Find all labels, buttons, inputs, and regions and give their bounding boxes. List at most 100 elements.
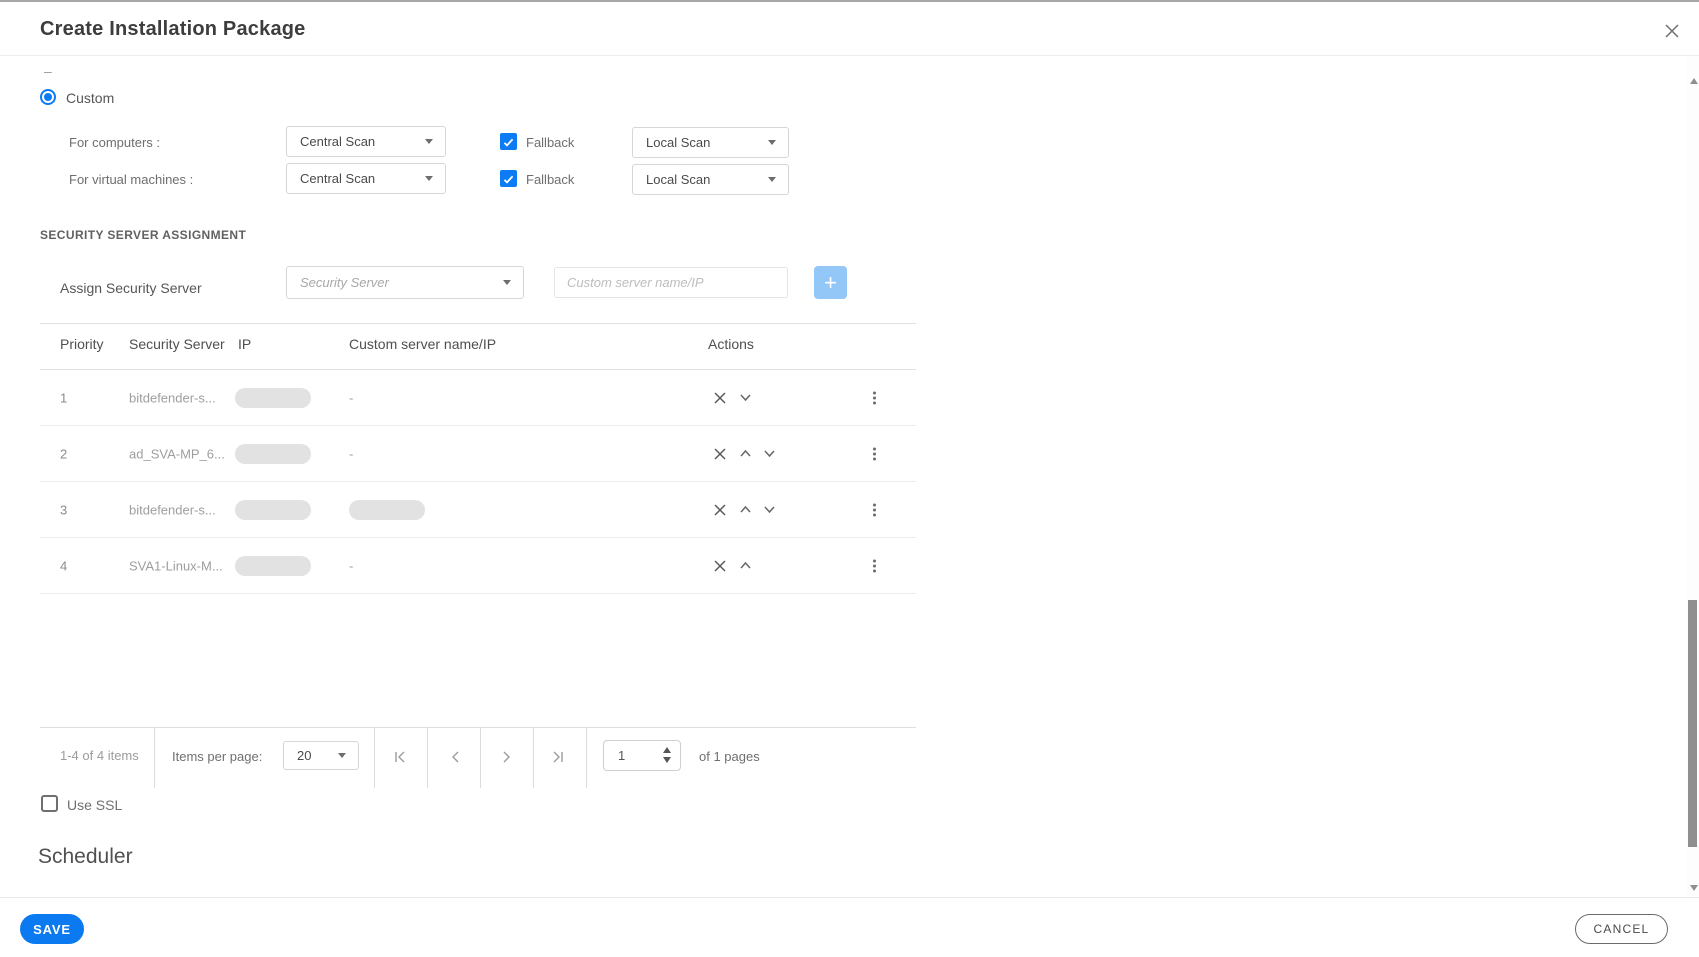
header-divider bbox=[0, 55, 1699, 56]
select-value: 20 bbox=[297, 748, 312, 763]
move-down-icon[interactable] bbox=[761, 446, 777, 462]
radio-dot bbox=[44, 93, 52, 101]
for-virtual-machines-label: For virtual machines : bbox=[69, 172, 194, 187]
row-menu-icon[interactable] bbox=[870, 500, 879, 519]
move-down-icon[interactable] bbox=[737, 390, 753, 406]
check-icon bbox=[503, 175, 514, 184]
vm-fallback-checkbox[interactable] bbox=[500, 170, 517, 187]
page-title: Create Installation Package bbox=[40, 18, 306, 40]
row-menu-icon[interactable] bbox=[870, 388, 879, 407]
remove-row-icon[interactable] bbox=[712, 446, 728, 462]
scan-row-computers: For computers : Central Scan Fallback Lo… bbox=[0, 126, 920, 158]
row-menu-icon[interactable] bbox=[870, 444, 879, 463]
custom-name-cell: - bbox=[349, 446, 354, 461]
priority-cell: 3 bbox=[60, 502, 68, 517]
previous-page-button[interactable] bbox=[446, 748, 464, 766]
fallback-label: Fallback bbox=[526, 135, 575, 150]
total-pages-text: of 1 pages bbox=[699, 749, 760, 764]
priority-cell: 2 bbox=[60, 446, 68, 461]
divider bbox=[480, 728, 481, 788]
caret-down-icon bbox=[425, 176, 433, 181]
server-name-cell: ad_SVA-MP_6... bbox=[129, 446, 225, 461]
col-priority: Priority bbox=[60, 336, 104, 352]
move-up-icon[interactable] bbox=[737, 558, 753, 574]
col-security-server: Security Server bbox=[129, 336, 225, 352]
page-number-input[interactable] bbox=[604, 741, 652, 770]
computers-fallback-scan-select[interactable]: Local Scan bbox=[632, 127, 789, 158]
masked-ip-pill bbox=[235, 499, 311, 520]
col-custom-server: Custom server name/IP bbox=[349, 336, 497, 352]
move-up-icon[interactable] bbox=[737, 446, 753, 462]
last-page-button[interactable] bbox=[549, 748, 567, 766]
page-stepper[interactable] bbox=[663, 747, 671, 763]
cancel-button[interactable]: CANCEL bbox=[1575, 914, 1668, 944]
check-icon bbox=[503, 138, 514, 147]
select-value: Local Scan bbox=[646, 135, 711, 150]
divider bbox=[374, 728, 375, 788]
scrollbar-up-arrow-icon[interactable] bbox=[1690, 78, 1698, 84]
custom-name-cell: - bbox=[349, 390, 354, 405]
custom-radio[interactable] bbox=[40, 89, 56, 105]
page-number-field bbox=[603, 740, 681, 771]
security-server-assignment-heading: SECURITY SERVER ASSIGNMENT bbox=[40, 228, 247, 242]
table-row: 3 bitdefender-s... bbox=[40, 482, 916, 538]
custom-server-name-input[interactable] bbox=[554, 267, 788, 298]
close-icon[interactable] bbox=[1658, 17, 1686, 45]
stepper-down-icon[interactable] bbox=[663, 757, 671, 763]
stepper-up-icon[interactable] bbox=[663, 747, 671, 753]
col-ip: IP bbox=[238, 336, 252, 352]
for-computers-label: For computers : bbox=[69, 135, 161, 150]
table-header: Priority Security Server IP Custom serve… bbox=[40, 336, 916, 356]
computers-primary-scan-select[interactable]: Central Scan bbox=[286, 126, 446, 157]
items-range-text: 1-4 of 4 items bbox=[60, 748, 139, 763]
use-ssl-checkbox[interactable] bbox=[41, 795, 58, 812]
scrollbar-thumb[interactable] bbox=[1688, 600, 1697, 847]
items-per-page-select[interactable]: 20 bbox=[283, 741, 359, 770]
footer-divider bbox=[0, 897, 1699, 898]
table-row: 1 bitdefender-s... - bbox=[40, 370, 916, 426]
move-up-icon[interactable] bbox=[737, 502, 753, 518]
fallback-label: Fallback bbox=[526, 172, 575, 187]
vm-primary-scan-select[interactable]: Central Scan bbox=[286, 163, 446, 194]
divider bbox=[586, 728, 587, 788]
masked-custom-name-pill bbox=[349, 499, 425, 520]
move-down-icon[interactable] bbox=[761, 502, 777, 518]
server-name-cell: SVA1-Linux-M... bbox=[129, 558, 223, 573]
use-ssl-label: Use SSL bbox=[67, 797, 123, 813]
remove-row-icon[interactable] bbox=[712, 502, 728, 518]
row-menu-icon[interactable] bbox=[870, 556, 879, 575]
next-page-button[interactable] bbox=[498, 748, 516, 766]
security-server-select[interactable]: Security Server bbox=[286, 266, 524, 299]
select-value: Local Scan bbox=[646, 172, 711, 187]
custom-radio-label: Custom bbox=[66, 90, 115, 106]
save-button[interactable]: SAVE bbox=[20, 914, 84, 944]
select-value: Central Scan bbox=[300, 134, 376, 149]
masked-ip-pill bbox=[235, 443, 311, 464]
priority-cell: 1 bbox=[60, 390, 68, 405]
scrollbar-down-arrow-icon[interactable] bbox=[1690, 885, 1698, 891]
remove-row-icon[interactable] bbox=[712, 390, 728, 406]
caret-down-icon bbox=[338, 753, 346, 758]
vm-fallback-scan-select[interactable]: Local Scan bbox=[632, 164, 789, 195]
first-page-button[interactable] bbox=[391, 748, 409, 766]
select-placeholder: Security Server bbox=[300, 275, 389, 290]
server-name-cell: bitdefender-s... bbox=[129, 390, 216, 405]
caret-down-icon bbox=[503, 280, 511, 285]
caret-down-icon bbox=[768, 177, 776, 182]
items-per-page-label: Items per page: bbox=[172, 749, 263, 764]
table-row: 4 SVA1-Linux-M... - bbox=[40, 538, 916, 594]
divider bbox=[533, 728, 534, 788]
assign-security-server-label: Assign Security Server bbox=[60, 280, 202, 296]
table-top-divider bbox=[40, 323, 916, 324]
divider bbox=[427, 728, 428, 788]
masked-ip-pill bbox=[235, 387, 311, 408]
caret-down-icon bbox=[425, 139, 433, 144]
add-server-button[interactable]: + bbox=[814, 266, 847, 299]
server-name-cell: bitdefender-s... bbox=[129, 502, 216, 517]
pagination-bar: 1-4 of 4 items Items per page: 20 1 of 1… bbox=[40, 727, 916, 788]
masked-ip-pill bbox=[235, 555, 311, 576]
scheduler-heading: Scheduler bbox=[38, 845, 133, 868]
divider bbox=[154, 728, 155, 788]
computers-fallback-checkbox[interactable] bbox=[500, 133, 517, 150]
remove-row-icon[interactable] bbox=[712, 558, 728, 574]
